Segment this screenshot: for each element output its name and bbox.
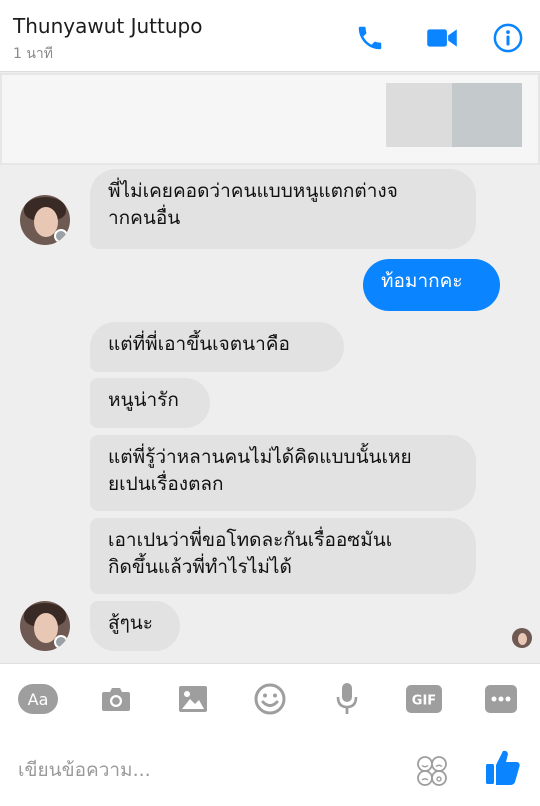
image-icon[interactable] (172, 678, 214, 720)
message-bubble-incoming[interactable]: หนูน่ารัก (90, 378, 210, 428)
message-line: กิดขึ้นแล้วพี่ทำไรไม่ได้ (108, 556, 292, 578)
messenger-badge-icon (54, 635, 68, 649)
banner-thumbnail (386, 83, 456, 147)
message-bubble-incoming[interactable]: พี่ไม่เคยคอดว่าคนแบบหนูแตกต่างจ ากคนอื่น (90, 169, 476, 249)
message-line: ากคนอื่น (108, 207, 181, 229)
emoji-picker-icon[interactable] (414, 753, 450, 789)
messenger-badge-icon (54, 229, 68, 243)
banner-thumbnail (452, 83, 522, 147)
video-call-icon[interactable] (424, 20, 460, 56)
camera-icon[interactable] (95, 678, 137, 720)
message-bubble-outgoing[interactable]: ท้อมากคะ (363, 259, 500, 311)
message-line: แต่ที่พี่เอาขึ้นเจตนาคือ (108, 333, 290, 355)
message-input[interactable] (18, 755, 398, 785)
contact-avatar[interactable] (20, 601, 70, 651)
text-style-icon[interactable]: Aa (17, 678, 59, 720)
promo-banner[interactable] (0, 73, 540, 165)
emoji-icon[interactable] (249, 678, 291, 720)
contact-avatar[interactable] (20, 195, 70, 245)
message-thread[interactable]: พี่ไม่เคยคอดว่าคนแบบหนูแตกต่างจ ากคนอื่น… (0, 165, 540, 663)
microphone-icon[interactable] (326, 678, 368, 720)
gif-label: GIF (412, 694, 436, 709)
message-line: แต่พี่รู้ว่าหลานคนไม่ได้คิดแบบนั้นเหย (108, 446, 412, 468)
like-icon[interactable] (484, 747, 524, 791)
message-line: เอาเปนว่าพี่ขอโทดละกันเรื่ออซมันเ (108, 529, 393, 551)
message-bubble-incoming[interactable]: แต่ที่พี่เอาขึ้นเจตนาคือ (90, 322, 344, 372)
message-line: ท้อมากคะ (381, 270, 463, 292)
gif-icon[interactable]: GIF (403, 678, 445, 720)
composer-toolbar: Aa GIF (0, 663, 540, 733)
more-icon[interactable] (480, 678, 522, 720)
conversation-header: Thunyawut Juttupo 1 นาที (0, 0, 540, 72)
message-bubble-incoming[interactable]: สู้ๆนะ (90, 601, 180, 651)
message-bubble-incoming[interactable]: แต่พี่รู้ว่าหลานคนไม่ได้คิดแบบนั้นเหย ยเ… (90, 435, 476, 511)
message-composer (0, 733, 540, 806)
last-seen-status: 1 นาที (13, 46, 54, 62)
phone-icon[interactable] (352, 20, 388, 56)
seen-indicator-avatar (512, 628, 532, 648)
message-line: ยเปนเรื่องตลก (108, 473, 224, 495)
message-line: พี่ไม่เคยคอดว่าคนแบบหนูแตกต่างจ (108, 180, 398, 202)
message-bubble-incoming[interactable]: เอาเปนว่าพี่ขอโทดละกันเรื่ออซมันเ กิดขึ้… (90, 518, 476, 594)
message-line: หนูน่ารัก (108, 389, 179, 411)
message-line: สู้ๆนะ (108, 612, 153, 634)
contact-name[interactable]: Thunyawut Juttupo (13, 14, 202, 38)
text-style-label: Aa (28, 690, 49, 709)
info-icon[interactable] (490, 20, 526, 56)
